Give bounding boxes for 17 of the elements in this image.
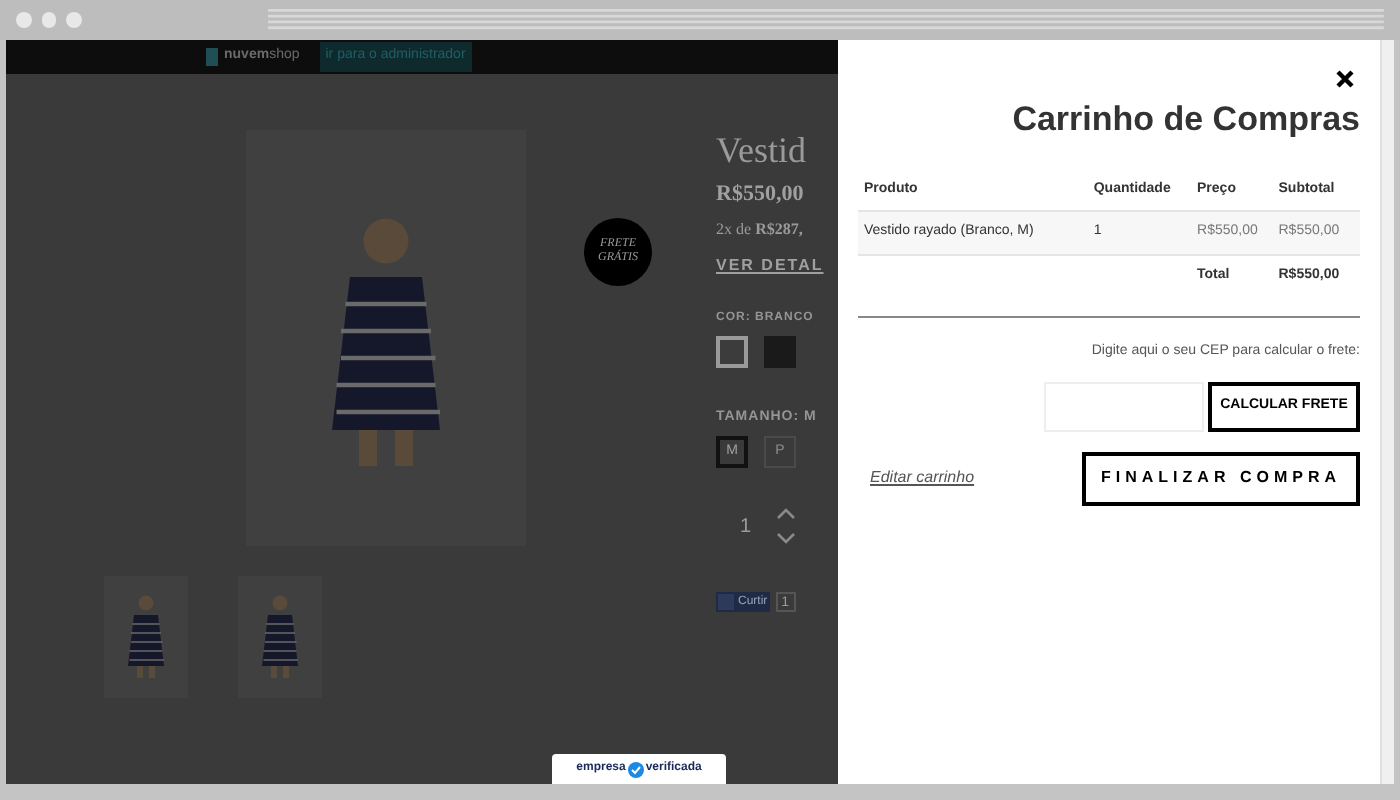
installments-text: 2x de R$287,	[716, 217, 805, 241]
close-icon[interactable]	[1336, 70, 1354, 88]
checkout-button[interactable]: FINALIZAR COMPRA	[1082, 451, 1360, 505]
quantity-stepper-icon[interactable]	[775, 508, 796, 544]
edit-cart-link[interactable]: Editar carrinho	[870, 466, 975, 490]
product-title: Vestid	[716, 130, 808, 170]
cart-title: Carrinho de Compras	[1012, 98, 1360, 142]
check-badge-icon	[627, 761, 644, 777]
thumbnail-photo[interactable]	[104, 576, 188, 698]
quantity-value: 1	[740, 513, 752, 541]
product-price: R$550,00	[716, 180, 806, 210]
details-link[interactable]: VER DETAL	[716, 253, 836, 277]
color-swatch[interactable]	[716, 335, 748, 367]
color-swatch[interactable]	[764, 335, 796, 367]
address-bar-lines-icon	[268, 8, 1385, 32]
thumbnail-photo[interactable]	[238, 576, 322, 698]
logo-icon	[206, 48, 218, 66]
